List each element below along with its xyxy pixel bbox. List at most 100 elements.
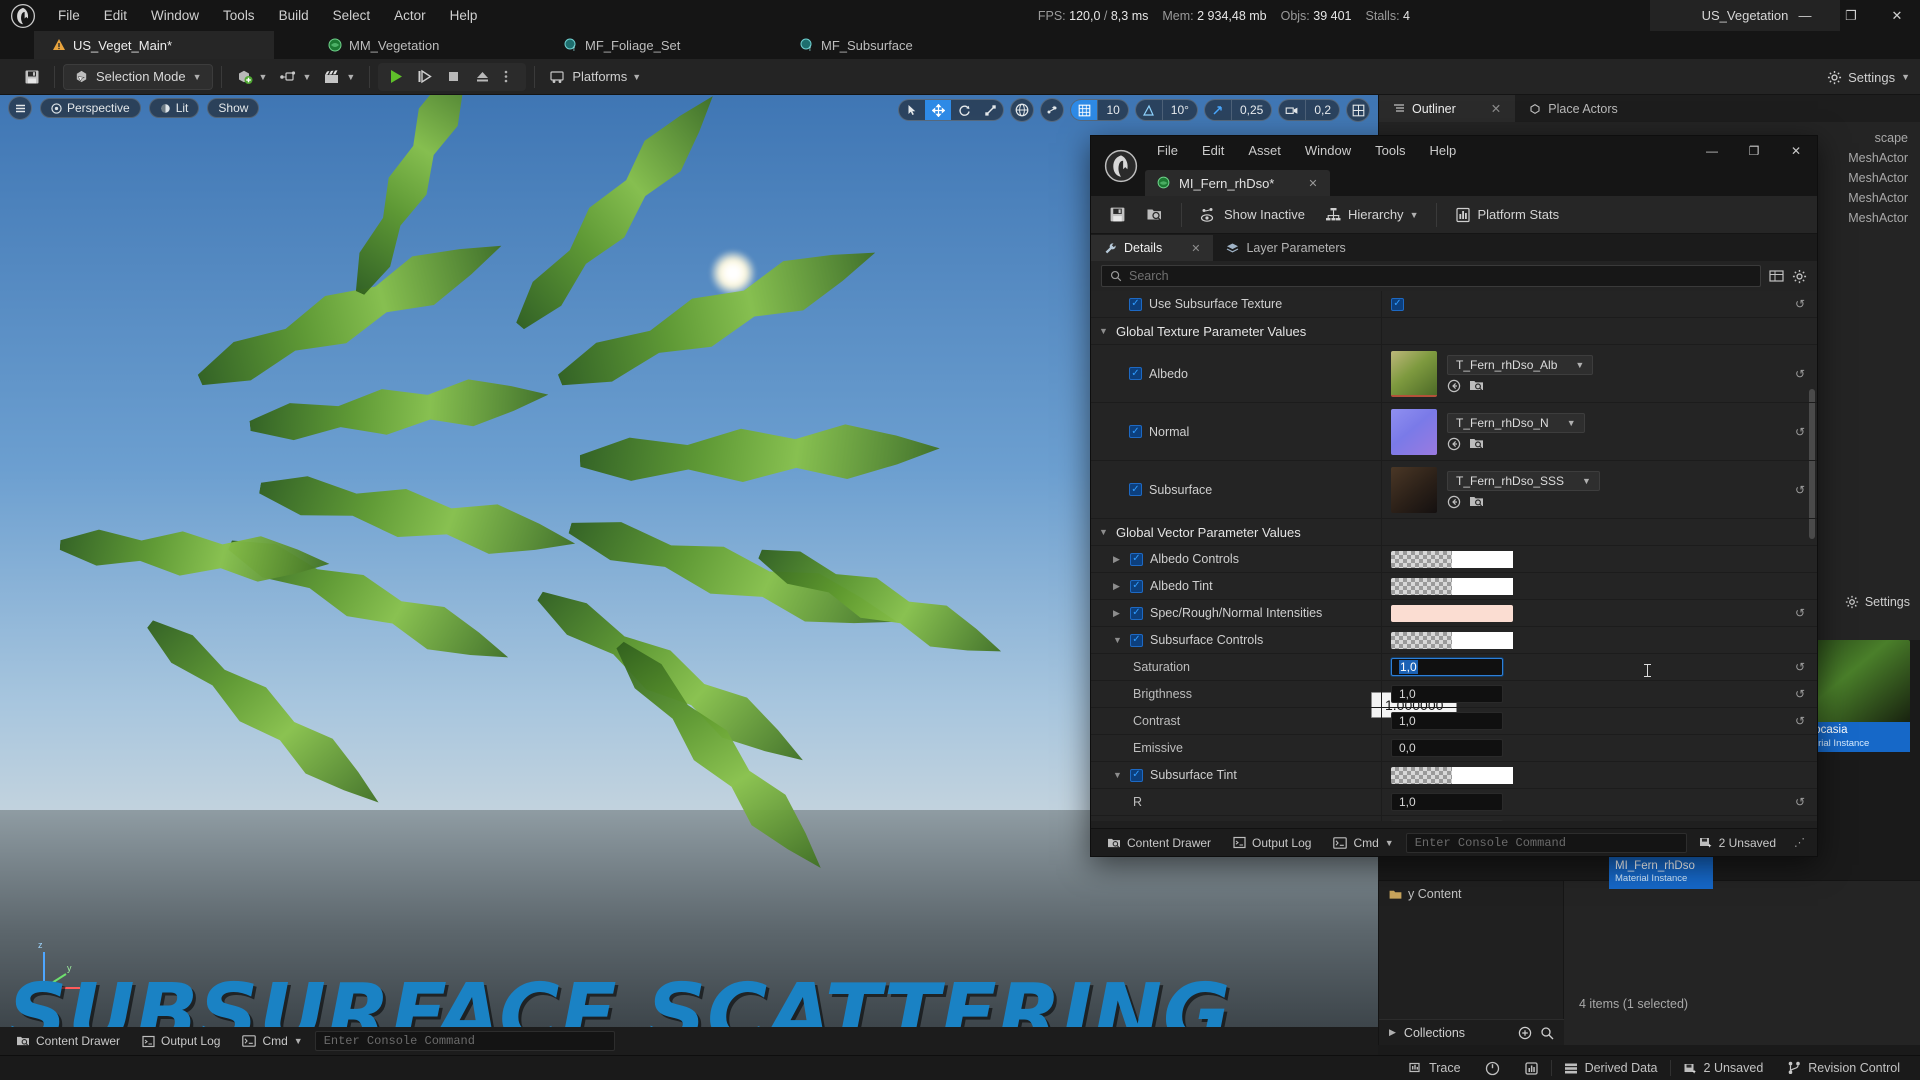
param-row-contrast[interactable]: Contrast 1,0 ↺ [1091, 708, 1817, 735]
minimize-button[interactable]: — [1691, 136, 1733, 166]
show-inactive-button[interactable]: Show Inactive [1192, 201, 1313, 229]
step-frame-button[interactable] [410, 64, 439, 90]
tab-outliner[interactable]: Outliner ✕ [1379, 95, 1516, 122]
viewport-show-dropdown[interactable]: Show [207, 98, 260, 118]
checkbox-enabled[interactable]: ✓ [1130, 552, 1143, 566]
restore-button[interactable]: ❐ [1828, 0, 1874, 31]
close-button[interactable]: ✕ [1775, 136, 1817, 166]
chevron-down-icon[interactable]: ▼ [1099, 326, 1109, 336]
mat-menu-file[interactable]: File [1145, 136, 1190, 166]
menu-help[interactable]: Help [438, 0, 490, 31]
asset-picker-normal[interactable]: T_Fern_rhDso_N ▼ [1447, 412, 1585, 433]
save-button[interactable] [18, 64, 46, 90]
close-icon[interactable]: ✕ [1308, 177, 1317, 190]
move-gizmo-icon[interactable] [925, 100, 952, 120]
menu-build[interactable]: Build [267, 0, 321, 31]
checkbox-enabled[interactable]: ✓ [1129, 425, 1142, 438]
r-input[interactable]: 1,0 [1391, 793, 1503, 811]
world-coordinate-icon[interactable] [1010, 98, 1035, 122]
column-layout-icon[interactable] [1769, 269, 1784, 283]
unsaved-button[interactable]: 2 Unsaved [1671, 1056, 1776, 1080]
unreal-engine-logo-icon[interactable] [0, 0, 46, 31]
play-more-options-button[interactable] [497, 64, 523, 90]
camera-speed-icon[interactable] [1279, 100, 1305, 120]
use-selected-asset-icon[interactable] [1447, 495, 1461, 509]
asset-picker-subsurface[interactable]: T_Fern_rhDso_SSS ▼ [1447, 470, 1600, 491]
platform-stats-button[interactable]: Platform Stats [1447, 201, 1567, 229]
stop-button[interactable] [439, 64, 468, 90]
blueprint-button[interactable]: ▼ [273, 64, 317, 90]
checkbox-enabled[interactable]: ✓ [1130, 606, 1143, 620]
texture-thumbnail-albedo[interactable] [1391, 350, 1437, 397]
use-selected-asset-icon[interactable] [1447, 437, 1461, 451]
color-swatch[interactable] [1391, 577, 1513, 595]
selection-mode-dropdown[interactable]: Selection Mode ▼ [63, 63, 213, 90]
trace-record-button[interactable] [1473, 1056, 1512, 1080]
console-input[interactable]: Enter Console Command [314, 1031, 615, 1051]
reset-icon[interactable]: ↺ [1795, 367, 1805, 381]
checkbox-enabled[interactable]: ✓ [1130, 579, 1143, 593]
tab-us-veget-main[interactable]: US_Veget_Main* [34, 31, 274, 59]
category-global-texture-parameter-values[interactable]: ▼ Global Texture Parameter Values [1091, 318, 1817, 345]
browse-to-asset-icon[interactable] [1469, 437, 1484, 451]
mat-menu-tools[interactable]: Tools [1363, 136, 1417, 166]
angle-snap-icon[interactable] [1136, 100, 1162, 120]
browse-to-asset-button[interactable] [1138, 201, 1171, 229]
chevron-down-icon[interactable]: ▼ [1099, 527, 1109, 537]
param-row-normal[interactable]: ✓ Normal T_Fern_rhDso_N ▼ ↺ [1091, 403, 1817, 461]
cinematics-button[interactable]: ▼ [317, 64, 361, 90]
scale-snap-value[interactable]: 0,25 [1230, 100, 1271, 120]
close-icon[interactable]: ✕ [1191, 242, 1200, 255]
mat-menu-asset[interactable]: Asset [1236, 136, 1293, 166]
derived-data-button[interactable]: Derived Data [1552, 1056, 1670, 1080]
chevron-right-icon[interactable]: ▶ [1113, 554, 1123, 565]
color-swatch[interactable] [1391, 550, 1513, 568]
param-row-albedo[interactable]: ✓ Albedo T_Fern_rhDso_Alb ▼ ↺ [1091, 345, 1817, 403]
browse-to-asset-icon[interactable] [1469, 495, 1484, 509]
reset-icon[interactable]: ↺ [1795, 483, 1805, 497]
param-row-saturation[interactable]: Saturation 1,0 ↺ 1.000000 [1091, 654, 1817, 718]
reset-icon[interactable]: ↺ [1795, 795, 1805, 809]
mat-cmd-button[interactable]: Cmd ▼ [1323, 832, 1403, 854]
color-swatch[interactable] [1391, 631, 1513, 649]
search-icon[interactable] [1540, 1026, 1554, 1040]
menu-select[interactable]: Select [321, 0, 383, 31]
outliner-settings-button[interactable]: Settings [1845, 595, 1910, 609]
g-input[interactable]: 1,0 [1391, 820, 1503, 821]
mat-save-button[interactable] [1101, 201, 1134, 229]
color-swatch[interactable] [1391, 766, 1513, 784]
reset-icon[interactable]: ↺ [1795, 425, 1805, 439]
surface-snap-icon[interactable] [1040, 98, 1065, 122]
chevron-right-icon[interactable]: ▶ [1113, 581, 1123, 592]
gear-icon[interactable] [1792, 269, 1807, 284]
param-row-subsurface[interactable]: ✓ Subsurface T_Fern_rhDso_SSS ▼ ↺ [1091, 461, 1817, 519]
viewport-viewmode-dropdown[interactable]: Lit [148, 98, 200, 118]
contrast-input[interactable]: 1,0 [1391, 712, 1503, 730]
cmd-button[interactable]: Cmd ▼ [232, 1030, 312, 1052]
play-button[interactable] [381, 64, 410, 90]
camera-speed-value[interactable]: 0,2 [1305, 100, 1339, 120]
param-row-r[interactable]: R 1,0 ↺ [1091, 789, 1817, 816]
emissive-input[interactable]: 0,0 [1391, 739, 1503, 757]
chevron-right-icon[interactable]: ▶ [1113, 608, 1123, 619]
param-row-albedo-tint[interactable]: ▶ ✓ Albedo Tint [1091, 573, 1817, 600]
mat-menu-edit[interactable]: Edit [1190, 136, 1236, 166]
restore-button[interactable]: ❐ [1733, 136, 1775, 166]
param-row-brigthness[interactable]: Brigthness 1,0 ↺ [1091, 681, 1817, 708]
resize-grip-icon[interactable]: ⋰ [1788, 836, 1811, 849]
scale-snap-icon[interactable] [1205, 100, 1231, 120]
checkbox-enabled[interactable]: ✓ [1129, 367, 1142, 380]
tab-layer-parameters[interactable]: Layer Parameters [1213, 235, 1358, 261]
close-icon[interactable]: ✕ [1491, 101, 1501, 116]
checkbox-enabled[interactable]: ✓ [1130, 633, 1143, 647]
scale-gizmo-icon[interactable] [977, 100, 1003, 120]
tab-place-actors[interactable]: Place Actors [1515, 95, 1631, 122]
trace-button[interactable]: Trace [1397, 1056, 1473, 1080]
asset-picker-albedo[interactable]: T_Fern_rhDso_Alb ▼ [1447, 354, 1594, 375]
close-button[interactable]: ✕ [1874, 0, 1920, 31]
param-row-subsurface-controls[interactable]: ▼ ✓ Subsurface Controls [1091, 627, 1817, 654]
checkbox-enabled[interactable]: ✓ [1129, 297, 1142, 311]
search-input[interactable]: Search [1101, 265, 1761, 287]
mat-content-drawer-button[interactable]: Content Drawer [1097, 832, 1221, 854]
tab-mf-foliage-set[interactable]: f MF_Foliage_Set [546, 31, 746, 59]
